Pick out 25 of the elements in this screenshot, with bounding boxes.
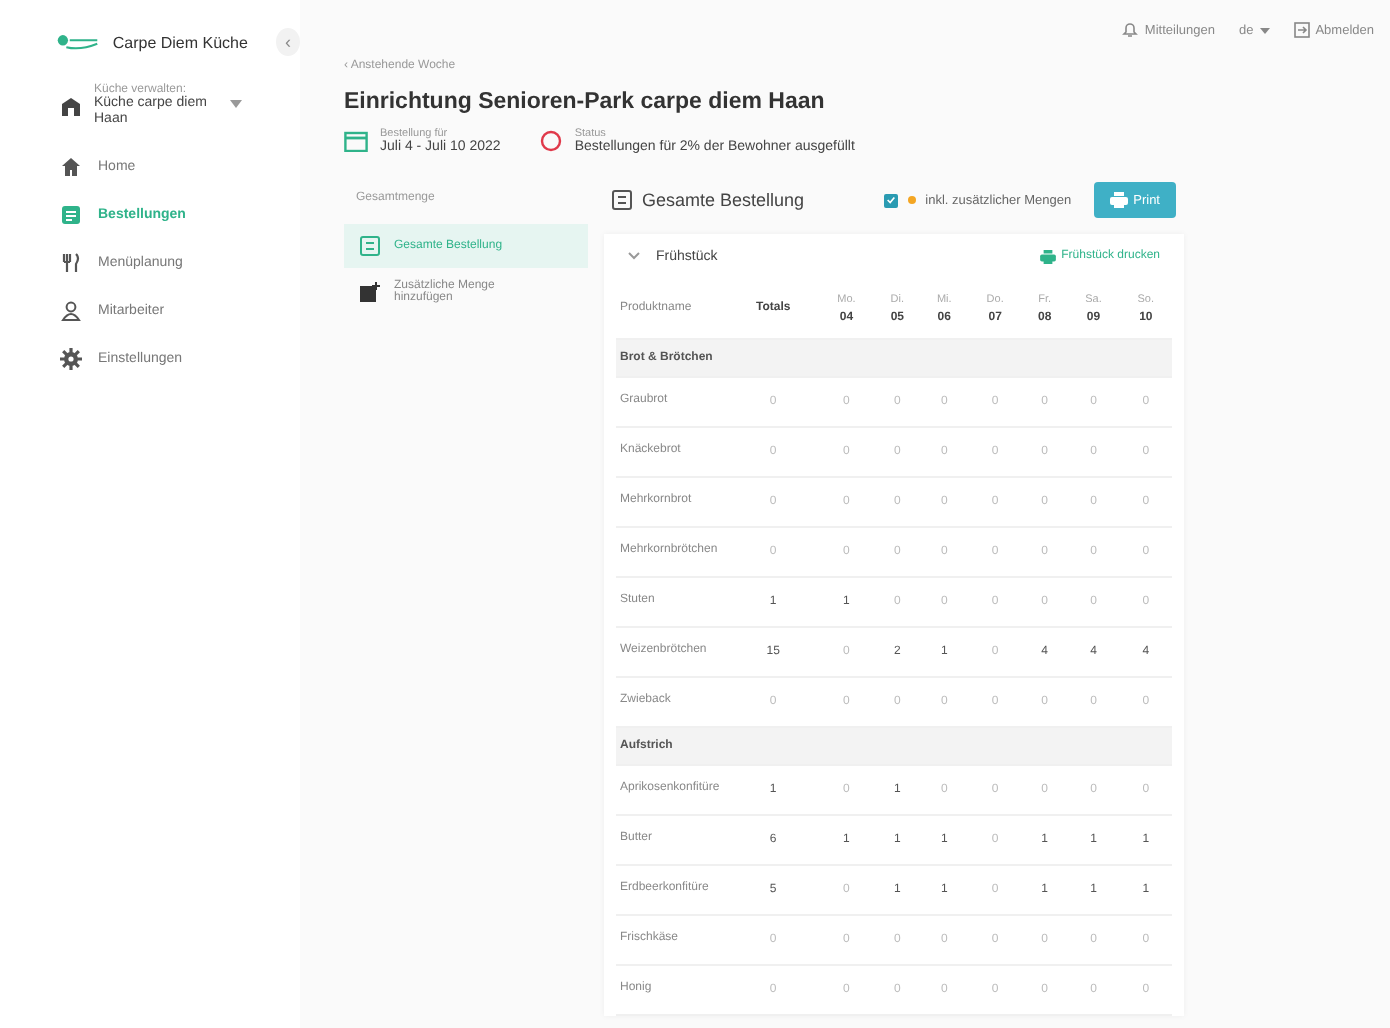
logo-icon [56,32,101,52]
collapse-button[interactable]: ‹ [275,28,300,56]
printer-icon [1109,192,1128,208]
status-ring-icon [540,130,563,152]
caret-icon [230,100,242,108]
brand-name: Carpe Diem Küche [112,33,248,51]
bell-icon [1122,22,1139,38]
settings-icon [60,347,82,370]
logout-icon [1293,22,1310,38]
caret-icon [1259,27,1270,33]
add-box-icon [360,282,380,302]
list-icon [360,236,380,256]
page-title: Einrichtung Senioren-Park carpe diem Haan [344,90,827,114]
panel-title: Gesamte Bestellung [642,190,805,210]
cutlery-icon [60,251,82,274]
home-icon [60,155,82,178]
extra-dot [907,196,916,204]
clipboard-icon [60,203,82,226]
list-icon [612,190,632,210]
printer-icon [1039,249,1056,263]
checkbox[interactable] [883,193,898,207]
building-icon [60,96,82,118]
calendar-icon [344,130,368,152]
chevron-icon[interactable] [628,252,640,260]
person-icon [60,299,82,322]
